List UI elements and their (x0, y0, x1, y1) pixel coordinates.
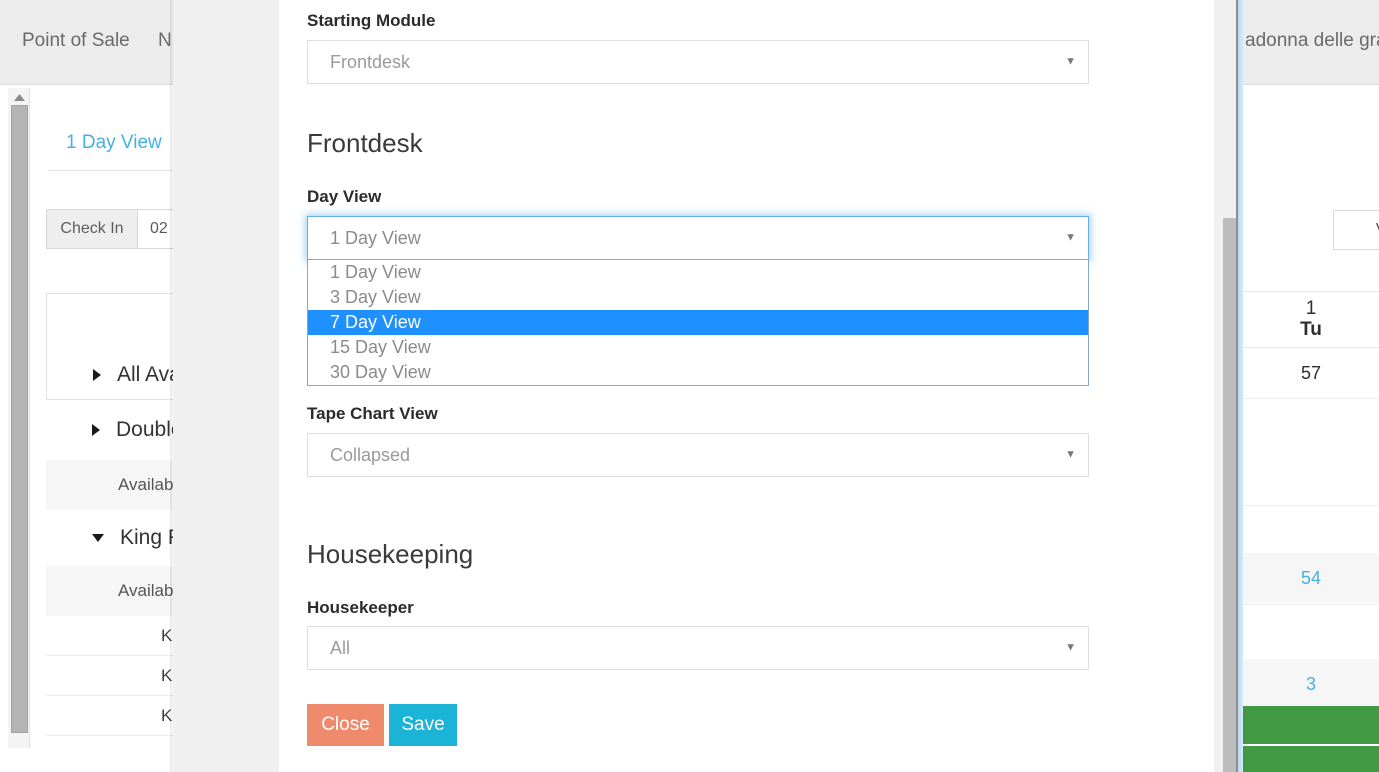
close-button[interactable]: Close (307, 704, 384, 746)
modal-scrollbar-thumb[interactable] (1223, 218, 1237, 772)
dropdown-option-15-day-view[interactable]: 15 Day View (308, 335, 1088, 360)
chevron-down-icon: ▼ (1065, 448, 1076, 461)
date-weekday: Tu (1300, 318, 1322, 340)
tape-chart-view-select[interactable]: Collapsed ▼ (307, 433, 1089, 477)
day-view-value: 1 Day View (330, 227, 421, 248)
availability-count-cell: 57 (1243, 349, 1379, 399)
starting-module-select[interactable]: Frontdesk ▼ (307, 40, 1089, 84)
chevron-down-icon[interactable] (92, 534, 104, 542)
scroll-up-arrow-icon[interactable] (8, 90, 30, 104)
view-button[interactable]: View (1333, 210, 1379, 250)
save-button[interactable]: Save (389, 704, 457, 746)
housekeeper-select[interactable]: All ▼ (307, 626, 1089, 670)
availability-count-cell: 54 (1243, 553, 1379, 603)
date-day-number: 1 (1305, 297, 1317, 319)
tape-chart-view-label: Tape Chart View (307, 404, 438, 423)
tab-1-day-view[interactable]: 1 Day View (66, 132, 162, 154)
day-view-label: Day View (307, 187, 382, 206)
housekeeping-section-title: Housekeeping (307, 539, 474, 569)
housekeeper-value: All (330, 637, 351, 658)
check-in-button[interactable]: Check In (46, 209, 138, 249)
chevron-right-icon[interactable] (93, 368, 101, 381)
row-divider (1243, 604, 1379, 605)
screen: Point of Sale N adonna delle gra 1 Day V… (0, 0, 1379, 772)
row-divider (1243, 505, 1379, 506)
chevron-down-icon: ▼ (1065, 641, 1076, 654)
housekeeper-label: Housekeeper (307, 598, 414, 617)
frontdesk-section-title: Frontdesk (307, 128, 423, 158)
dropdown-option-7-day-view[interactable]: 7 Day View (308, 310, 1088, 335)
occupancy-bar[interactable] (1243, 746, 1379, 772)
date-header-cell: 1 Tu (1243, 291, 1379, 348)
availability-count-cell: 3 (1243, 659, 1379, 709)
modal-overlay-right-glow (1238, 0, 1243, 772)
dropdown-option-3-day-view[interactable]: 3 Day View (308, 285, 1088, 310)
background-scrollbar-thumb[interactable] (11, 105, 28, 733)
occupancy-bar[interactable] (1243, 706, 1379, 746)
chevron-down-icon: ▼ (1065, 55, 1076, 68)
day-view-select[interactable]: 1 Day View ▼ (307, 216, 1089, 260)
chevron-down-icon: ▼ (1065, 231, 1076, 244)
day-view-dropdown-list[interactable]: 1 Day View 3 Day View 7 Day View 15 Day … (307, 260, 1089, 386)
dropdown-option-30-day-view[interactable]: 30 Day View (308, 360, 1088, 385)
starting-module-label: Starting Module (307, 11, 436, 30)
hotel-name-label: adonna delle gra (1245, 30, 1379, 51)
chevron-right-icon[interactable] (92, 424, 100, 436)
settings-modal: Starting Module Frontdesk ▼ Frontdesk Da… (279, 0, 1214, 772)
nav-item-point-of-sale[interactable]: Point of Sale (22, 30, 130, 52)
dropdown-option-1-day-view[interactable]: 1 Day View (308, 260, 1088, 285)
tape-chart-view-value: Collapsed (330, 444, 411, 465)
starting-module-value: Frontdesk (330, 51, 411, 72)
